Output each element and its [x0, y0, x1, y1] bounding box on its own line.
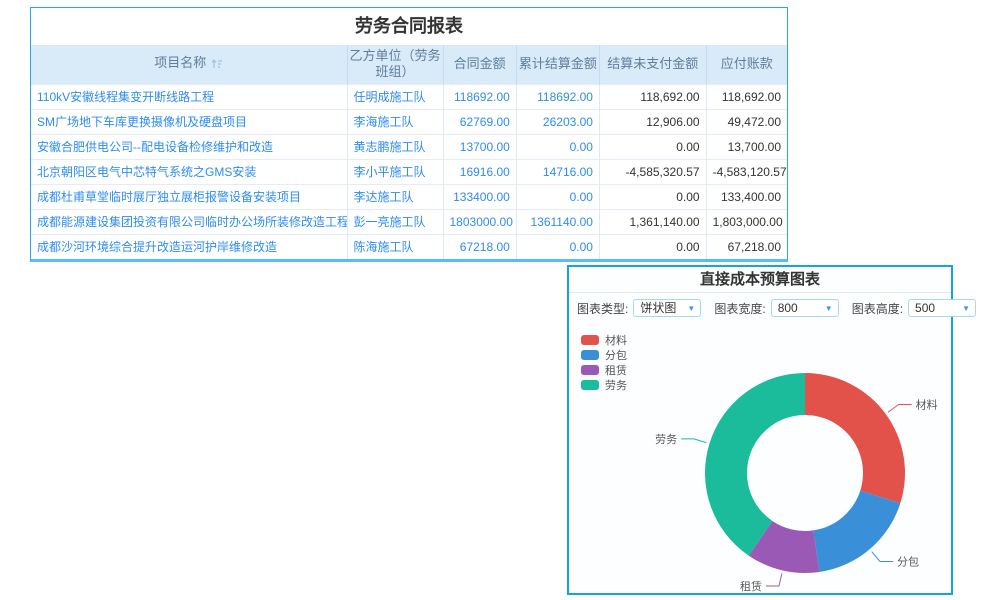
pie-slice-0[interactable] [805, 373, 905, 503]
cell-payable: 67,218.00 [706, 234, 787, 259]
cell-unit[interactable]: 李小平施工队 [347, 159, 443, 184]
chart-type-value: 饼状图 [640, 301, 676, 315]
cell-unpaid: 1,361,140.00 [599, 209, 706, 234]
pie-slice-3[interactable] [705, 373, 805, 556]
table-header-row: 项目名称 乙方单位（劳务班组） 合同金额 累计结算金额 结算未支付金额 应付账款 [31, 45, 787, 84]
chart-width-control: 图表宽度: 800 ▼ [714, 299, 838, 317]
cell-contract: 67218.00 [443, 234, 516, 259]
cell-unpaid: 12,906.00 [599, 109, 706, 134]
pie-slice-1[interactable] [813, 491, 900, 572]
cell-contract: 13700.00 [443, 134, 516, 159]
cell-unpaid: 0.00 [599, 184, 706, 209]
pie-label-leader-line [681, 439, 706, 443]
cell-payable: -4,583,120.57 [706, 159, 787, 184]
cell-unpaid: 0.00 [599, 234, 706, 259]
table-row: 成都杜甫草堂临时展厅独立展柜报警设备安装项目李达施工队133400.000.00… [31, 184, 787, 209]
direct-cost-chart-panel: 直接成本预算图表 图表类型: 饼状图 ▼ 图表宽度: 800 ▼ 图表高度: 5… [567, 265, 953, 595]
cell-settled: 0.00 [516, 134, 599, 159]
cell-settled: 0.00 [516, 184, 599, 209]
table-row: SM广场地下车库更换摄像机及硬盘项目李海施工队62769.0026203.001… [31, 109, 787, 134]
cell-project[interactable]: 成都杜甫草堂临时展厅独立展柜报警设备安装项目 [31, 184, 347, 209]
cell-payable: 118,692.00 [706, 84, 787, 109]
sort-icon[interactable] [211, 57, 223, 73]
cell-project[interactable]: 安徽合肥供电公司--配电设备检修维护和改造 [31, 134, 347, 159]
report-title: 劳务合同报表 [31, 8, 787, 45]
cell-contract: 16916.00 [443, 159, 516, 184]
report-table: 项目名称 乙方单位（劳务班组） 合同金额 累计结算金额 结算未支付金额 应付账款… [31, 45, 787, 259]
table-row: 成都能源建设集团投资有限公司临时办公场所装修改造工程EPC彭一亮施工队18030… [31, 209, 787, 234]
chart-type-select[interactable]: 饼状图 ▼ [633, 299, 701, 317]
cell-unit[interactable]: 李达施工队 [347, 184, 443, 209]
chevron-down-icon: ▼ [687, 301, 695, 317]
chart-title: 直接成本预算图表 [569, 267, 951, 293]
chart-type-control: 图表类型: 饼状图 ▼ [577, 299, 701, 317]
cell-contract: 62769.00 [443, 109, 516, 134]
table-row: 安徽合肥供电公司--配电设备检修维护和改造黄志鹏施工队13700.000.000… [31, 134, 787, 159]
chart-type-label: 图表类型: [577, 300, 628, 317]
chart-height-select[interactable]: 500 ▼ [908, 299, 976, 317]
cell-unit[interactable]: 陈海施工队 [347, 234, 443, 259]
pie-slice-label: 劳务 [655, 433, 677, 446]
cell-settled: 0.00 [516, 234, 599, 259]
chart-width-value: 800 [778, 301, 798, 315]
pie-slice-label: 租赁 [740, 579, 762, 593]
column-header-payable[interactable]: 应付账款 [706, 45, 787, 84]
pie-slice-label: 分包 [897, 555, 919, 568]
cell-settled: 26203.00 [516, 109, 599, 134]
column-header-project[interactable]: 项目名称 [31, 45, 347, 84]
cell-project[interactable]: 成都能源建设集团投资有限公司临时办公场所装修改造工程EPC [31, 209, 347, 234]
cell-settled: 1361140.00 [516, 209, 599, 234]
labor-contract-report-panel: 劳务合同报表 项目名称 乙方单位（劳务班组） 合同金额 累计结算金额 结算未支付… [30, 7, 788, 262]
cell-unpaid: -4,585,320.57 [599, 159, 706, 184]
pie-label-leader-line [872, 552, 893, 562]
cell-unit[interactable]: 李海施工队 [347, 109, 443, 134]
pie-label-leader-line [888, 405, 911, 413]
cell-project[interactable]: 北京朝阳区电气中芯特气系统之GMS安装 [31, 159, 347, 184]
cell-unit[interactable]: 彭一亮施工队 [347, 209, 443, 234]
table-row: 北京朝阳区电气中芯特气系统之GMS安装李小平施工队16916.0014716.0… [31, 159, 787, 184]
column-header-unit[interactable]: 乙方单位（劳务班组） [347, 45, 443, 84]
pie-chart-area: 材料分包租赁 劳务 材料分包租赁 劳务 [569, 322, 951, 598]
chart-controls: 图表类型: 饼状图 ▼ 图表宽度: 800 ▼ 图表高度: 500 ▼ [569, 293, 951, 322]
chart-width-select[interactable]: 800 ▼ [771, 299, 839, 317]
cell-project[interactable]: 成都沙河环境综合提升改造运河护岸维修改造 [31, 234, 347, 259]
chevron-down-icon: ▼ [825, 301, 833, 317]
cell-unit[interactable]: 任明成施工队 [347, 84, 443, 109]
cell-payable: 133,400.00 [706, 184, 787, 209]
chart-height-label: 图表高度: [852, 300, 903, 317]
chart-width-label: 图表宽度: [714, 300, 765, 317]
chevron-down-icon: ▼ [962, 301, 970, 317]
cell-project[interactable]: SM广场地下车库更换摄像机及硬盘项目 [31, 109, 347, 134]
cell-project[interactable]: 110kV安徽线程集变开断线路工程 [31, 84, 347, 109]
cell-payable: 13,700.00 [706, 134, 787, 159]
cell-settled: 118692.00 [516, 84, 599, 109]
table-row: 成都沙河环境综合提升改造运河护岸维修改造陈海施工队67218.000.000.0… [31, 234, 787, 259]
column-header-project-label: 项目名称 [154, 55, 206, 70]
cell-unpaid: 118,692.00 [599, 84, 706, 109]
table-row: 110kV安徽线程集变开断线路工程任明成施工队118692.00118692.0… [31, 84, 787, 109]
chart-height-value: 500 [915, 301, 935, 315]
column-header-contract-amount[interactable]: 合同金额 [443, 45, 516, 84]
cell-payable: 49,472.00 [706, 109, 787, 134]
cell-unit[interactable]: 黄志鹏施工队 [347, 134, 443, 159]
column-header-settled-amount[interactable]: 累计结算金额 [516, 45, 599, 84]
cell-settled: 14716.00 [516, 159, 599, 184]
cell-contract: 133400.00 [443, 184, 516, 209]
cell-unpaid: 0.00 [599, 134, 706, 159]
column-header-unpaid-amount[interactable]: 结算未支付金额 [599, 45, 706, 84]
chart-height-control: 图表高度: 500 ▼ [852, 299, 976, 317]
cell-contract: 1803000.00 [443, 209, 516, 234]
pie-slice-label: 材料 [916, 398, 938, 412]
cell-contract: 118692.00 [443, 84, 516, 109]
donut-chart: 材料分包租赁 劳务 [569, 322, 951, 598]
cell-payable: 1,803,000.00 [706, 209, 787, 234]
pie-label-leader-line [766, 573, 782, 586]
